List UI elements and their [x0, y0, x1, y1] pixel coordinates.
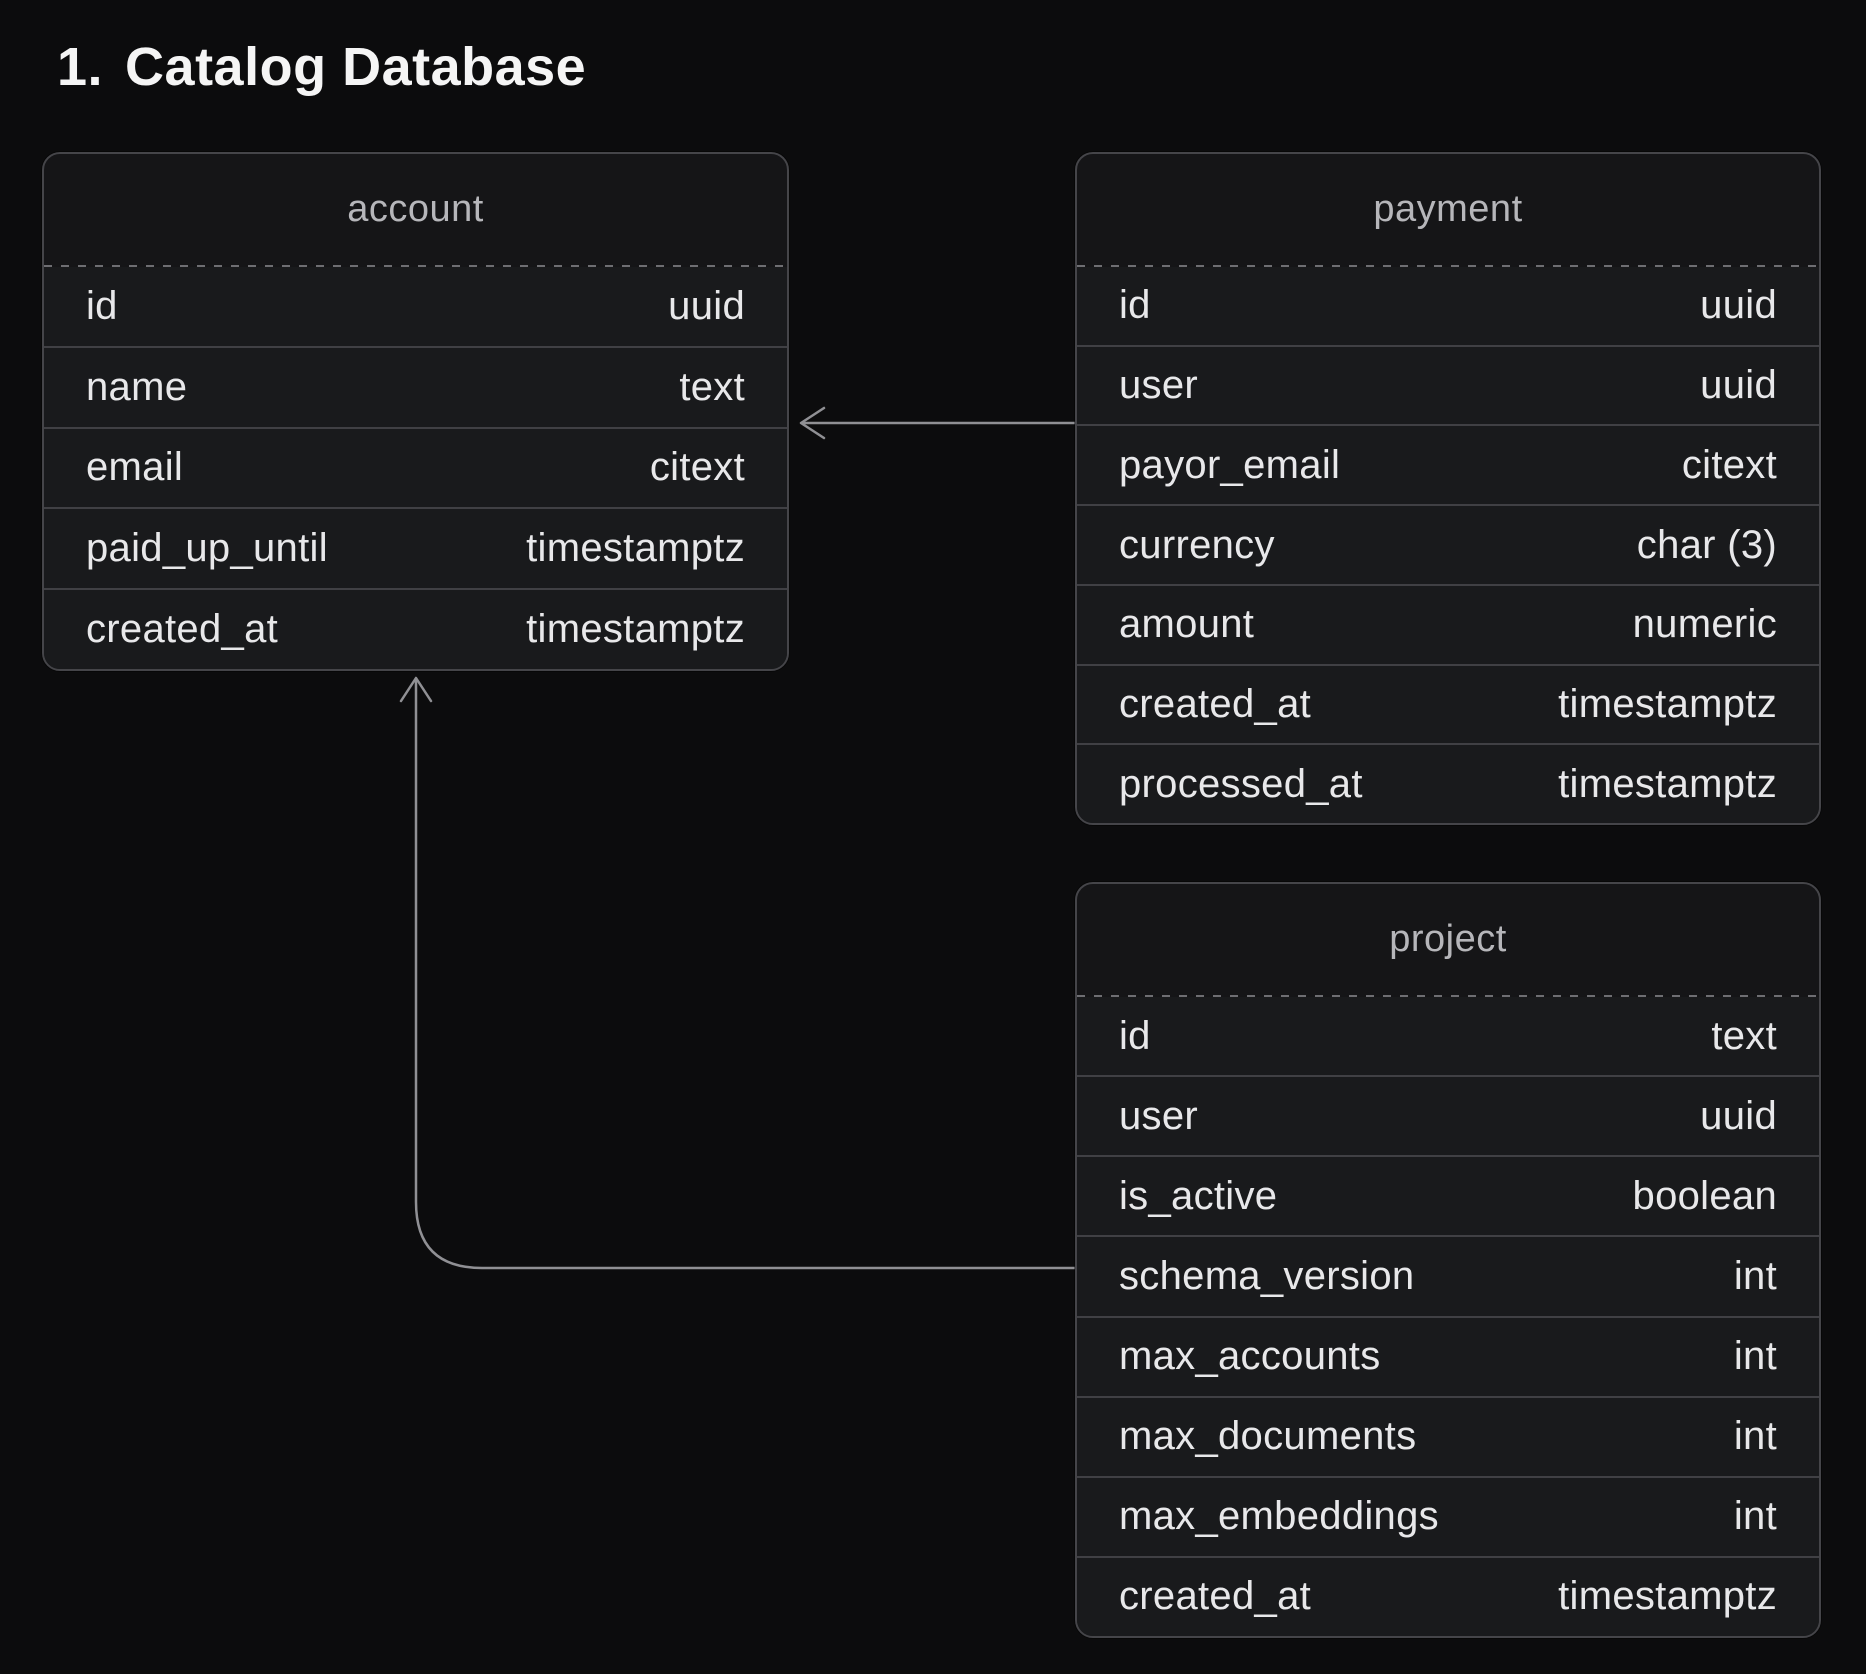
table-project-rows: id text user uuid is_active boolean schema_ver…	[1077, 997, 1819, 1636]
page-title-number: 1.	[57, 36, 103, 98]
table-account-header: account	[44, 154, 787, 265]
table-row-project-max_embeddings: max_embeddings int	[1077, 1476, 1819, 1556]
column-type: timestamptz	[1558, 1574, 1777, 1619]
column-type: uuid	[668, 284, 745, 329]
table-row-account-name: name text	[44, 346, 787, 427]
table-row-project-user: user uuid	[1077, 1075, 1819, 1155]
table-row-account-id: id uuid	[44, 267, 787, 346]
table-row-project-max_documents: max_documents int	[1077, 1396, 1819, 1476]
column-name: is_active	[1119, 1174, 1277, 1219]
column-name: id	[1119, 1014, 1151, 1059]
column-name: paid_up_until	[86, 526, 328, 571]
column-type: timestamptz	[1558, 682, 1777, 727]
table-account-rows: iduuidnametextemailcitextpaid_up_untilti…	[44, 267, 787, 669]
table-payment-header: payment	[1077, 154, 1819, 265]
table-row-payment-created_at: created_at timestamptz	[1077, 664, 1819, 744]
table-name-label: payment	[1373, 188, 1522, 231]
column-type: int	[1734, 1494, 1777, 1539]
column-type: text	[1711, 1014, 1777, 1059]
column-type: char (3)	[1637, 523, 1777, 568]
table-row-project-created_at: created_at timestamptz	[1077, 1556, 1819, 1636]
table-name-label: project	[1389, 918, 1507, 961]
table-row-payment-amount: amount numeric	[1077, 584, 1819, 664]
column-name: processed_at	[1119, 762, 1363, 807]
table-payment-rows: iduuiduseruuidpayor_emailcitextcurrencyc…	[1077, 267, 1819, 823]
table-row-payment-payor_email: payor_email citext	[1077, 424, 1819, 504]
column-name: schema_version	[1119, 1254, 1414, 1299]
column-type: text	[679, 365, 745, 410]
column-type: uuid	[1700, 363, 1777, 408]
column-type: int	[1734, 1414, 1777, 1459]
column-name: id	[1119, 283, 1151, 328]
column-name: email	[86, 445, 183, 490]
table-row-payment-user: user uuid	[1077, 345, 1819, 425]
relation-arrow-payment-account	[801, 408, 1075, 438]
page-title-text: Catalog Database	[125, 36, 586, 98]
column-type: citext	[1682, 443, 1777, 488]
table-name-label: account	[347, 188, 484, 231]
table-row-account-created_at: created_at timestamptz	[44, 588, 787, 669]
column-name: amount	[1119, 602, 1254, 647]
column-name: name	[86, 365, 187, 410]
column-name: max_embeddings	[1119, 1494, 1439, 1539]
table-row-payment-id: id uuid	[1077, 267, 1819, 345]
column-name: id	[86, 284, 118, 329]
arrowhead-up-icon	[401, 678, 431, 701]
table-row-project-schema_version: schema_version int	[1077, 1235, 1819, 1315]
table-row-account-email: email citext	[44, 427, 787, 508]
table-row-project-id: id text	[1077, 997, 1819, 1075]
column-type: uuid	[1700, 283, 1777, 328]
column-type: int	[1734, 1334, 1777, 1379]
table-project[interactable]: project id text user uuid is_active boolean sc…	[1075, 882, 1821, 1638]
column-type: numeric	[1633, 602, 1777, 647]
table-row-project-max_accounts: max_accounts int	[1077, 1316, 1819, 1396]
column-type: timestamptz	[526, 526, 745, 571]
column-name: max_documents	[1119, 1414, 1416, 1459]
table-account[interactable]: account id uuid name text email citext paid_up…	[42, 152, 789, 671]
table-row-payment-processed_at: processed_at timestamptz	[1077, 743, 1819, 823]
column-name: user	[1119, 1094, 1198, 1139]
table-row-account-paid_up_until: paid_up_until timestamptz	[44, 507, 787, 588]
column-type: uuid	[1700, 1094, 1777, 1139]
column-name: max_accounts	[1119, 1334, 1381, 1379]
column-name: created_at	[1119, 682, 1311, 727]
column-name: payor_email	[1119, 443, 1340, 488]
table-row-project-is_active: is_active boolean	[1077, 1155, 1819, 1235]
column-type: timestamptz	[526, 607, 745, 652]
column-name: created_at	[1119, 1574, 1311, 1619]
table-project-header: project	[1077, 884, 1819, 995]
column-type: timestamptz	[1558, 762, 1777, 807]
arrowhead-left-icon	[801, 408, 824, 438]
column-name: currency	[1119, 523, 1275, 568]
column-type: citext	[650, 445, 745, 490]
column-type: boolean	[1633, 1174, 1777, 1219]
table-row-payment-currency: currency char (3)	[1077, 504, 1819, 584]
relation-arrow-project-account	[401, 678, 1075, 1268]
page-title: 1. Catalog Database	[57, 36, 586, 98]
table-payment[interactable]: payment id uuid user uuid payor_email citext c…	[1075, 152, 1821, 825]
column-type: int	[1734, 1254, 1777, 1299]
column-name: created_at	[86, 607, 278, 652]
column-name: user	[1119, 363, 1198, 408]
